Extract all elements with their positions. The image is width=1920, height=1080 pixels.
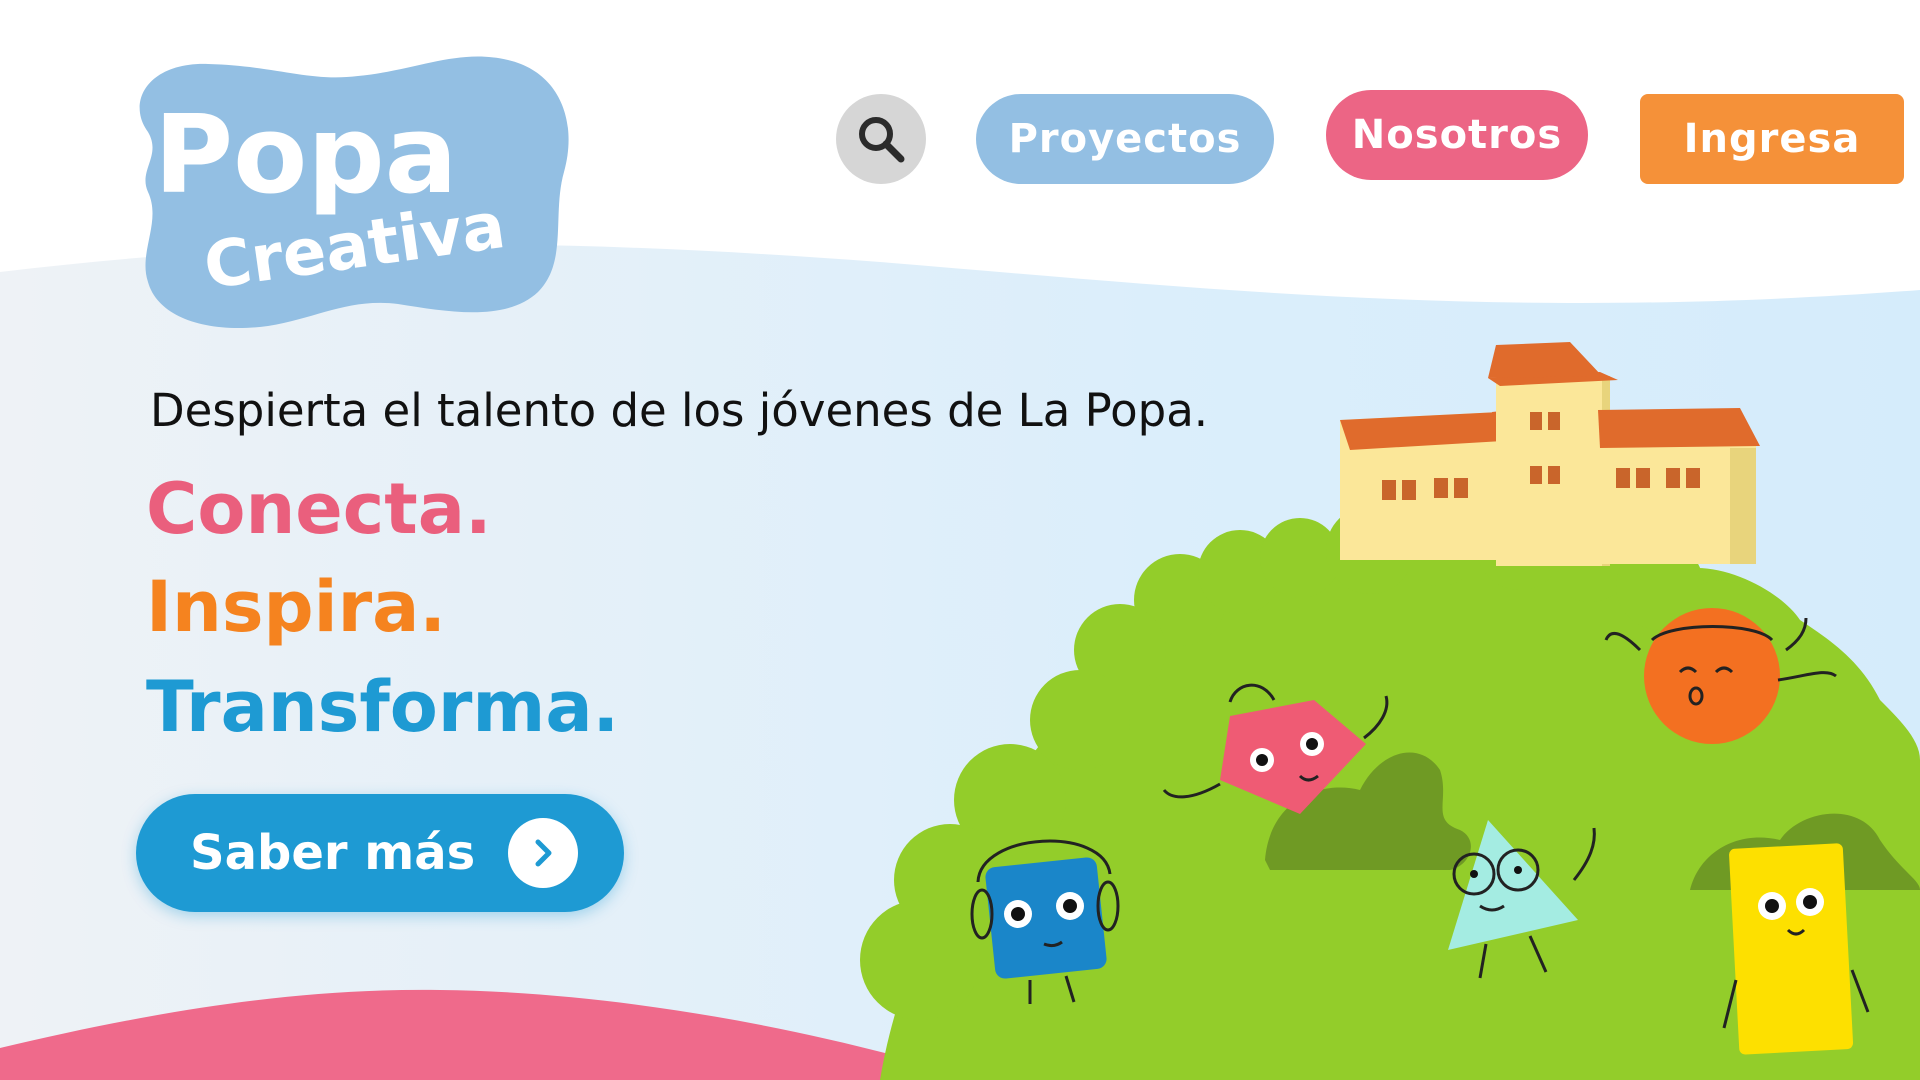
- logo-line1: Popa: [154, 93, 458, 218]
- page: Popa Creativa Proyectos Nosotros Ingresa…: [0, 0, 1920, 1080]
- nav-nosotros-button[interactable]: Nosotros: [1326, 90, 1588, 180]
- search-icon: [859, 117, 905, 163]
- cta-label: Saber más: [190, 825, 476, 881]
- saber-mas-button[interactable]: Saber más: [136, 794, 624, 912]
- chevron-right-icon: [508, 818, 578, 888]
- nav-proyectos-button[interactable]: Proyectos: [976, 94, 1274, 184]
- hero-tagline: Despierta el talento de los jóvenes de L…: [150, 384, 1209, 437]
- logo[interactable]: Popa Creativa: [118, 42, 578, 342]
- hero-word-transforma: Transforma.: [146, 666, 620, 748]
- hero-word-conecta: Conecta.: [146, 468, 492, 550]
- hero-word-inspira: Inspira.: [146, 566, 446, 648]
- search-button[interactable]: [836, 94, 926, 184]
- nav-ingresa-button[interactable]: Ingresa: [1640, 94, 1904, 184]
